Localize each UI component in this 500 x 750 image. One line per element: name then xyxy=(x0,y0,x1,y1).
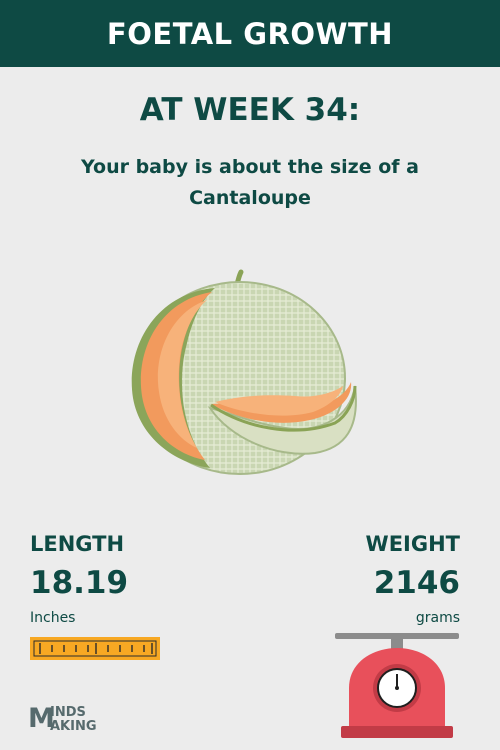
length-value: 18.19 xyxy=(30,565,129,601)
scale-icon xyxy=(335,633,459,738)
logo-line2: AKING xyxy=(50,719,97,734)
length-unit: Inches xyxy=(30,610,76,626)
size-description-line1: Your baby is about the size of a xyxy=(81,156,419,178)
length-label: LENGTH xyxy=(30,532,125,556)
weight-value: 2146 xyxy=(373,565,460,601)
week-title: AT WEEK 34: xyxy=(139,92,361,128)
weight-unit: grams xyxy=(415,610,460,626)
minds-making-logo: M INDS AKING xyxy=(28,703,108,737)
header-title: FOETAL GROWTH xyxy=(106,16,394,51)
size-description-fruit: Cantaloupe xyxy=(189,187,311,209)
ruler-icon xyxy=(30,637,160,660)
logo-line1: INDS xyxy=(50,705,86,720)
size-description: Your baby is about the size of a Cantalo… xyxy=(0,152,500,214)
weight-label: WEIGHT xyxy=(365,532,460,556)
cantaloupe-illustration xyxy=(131,269,357,475)
header-banner: FOETAL GROWTH xyxy=(0,0,500,67)
